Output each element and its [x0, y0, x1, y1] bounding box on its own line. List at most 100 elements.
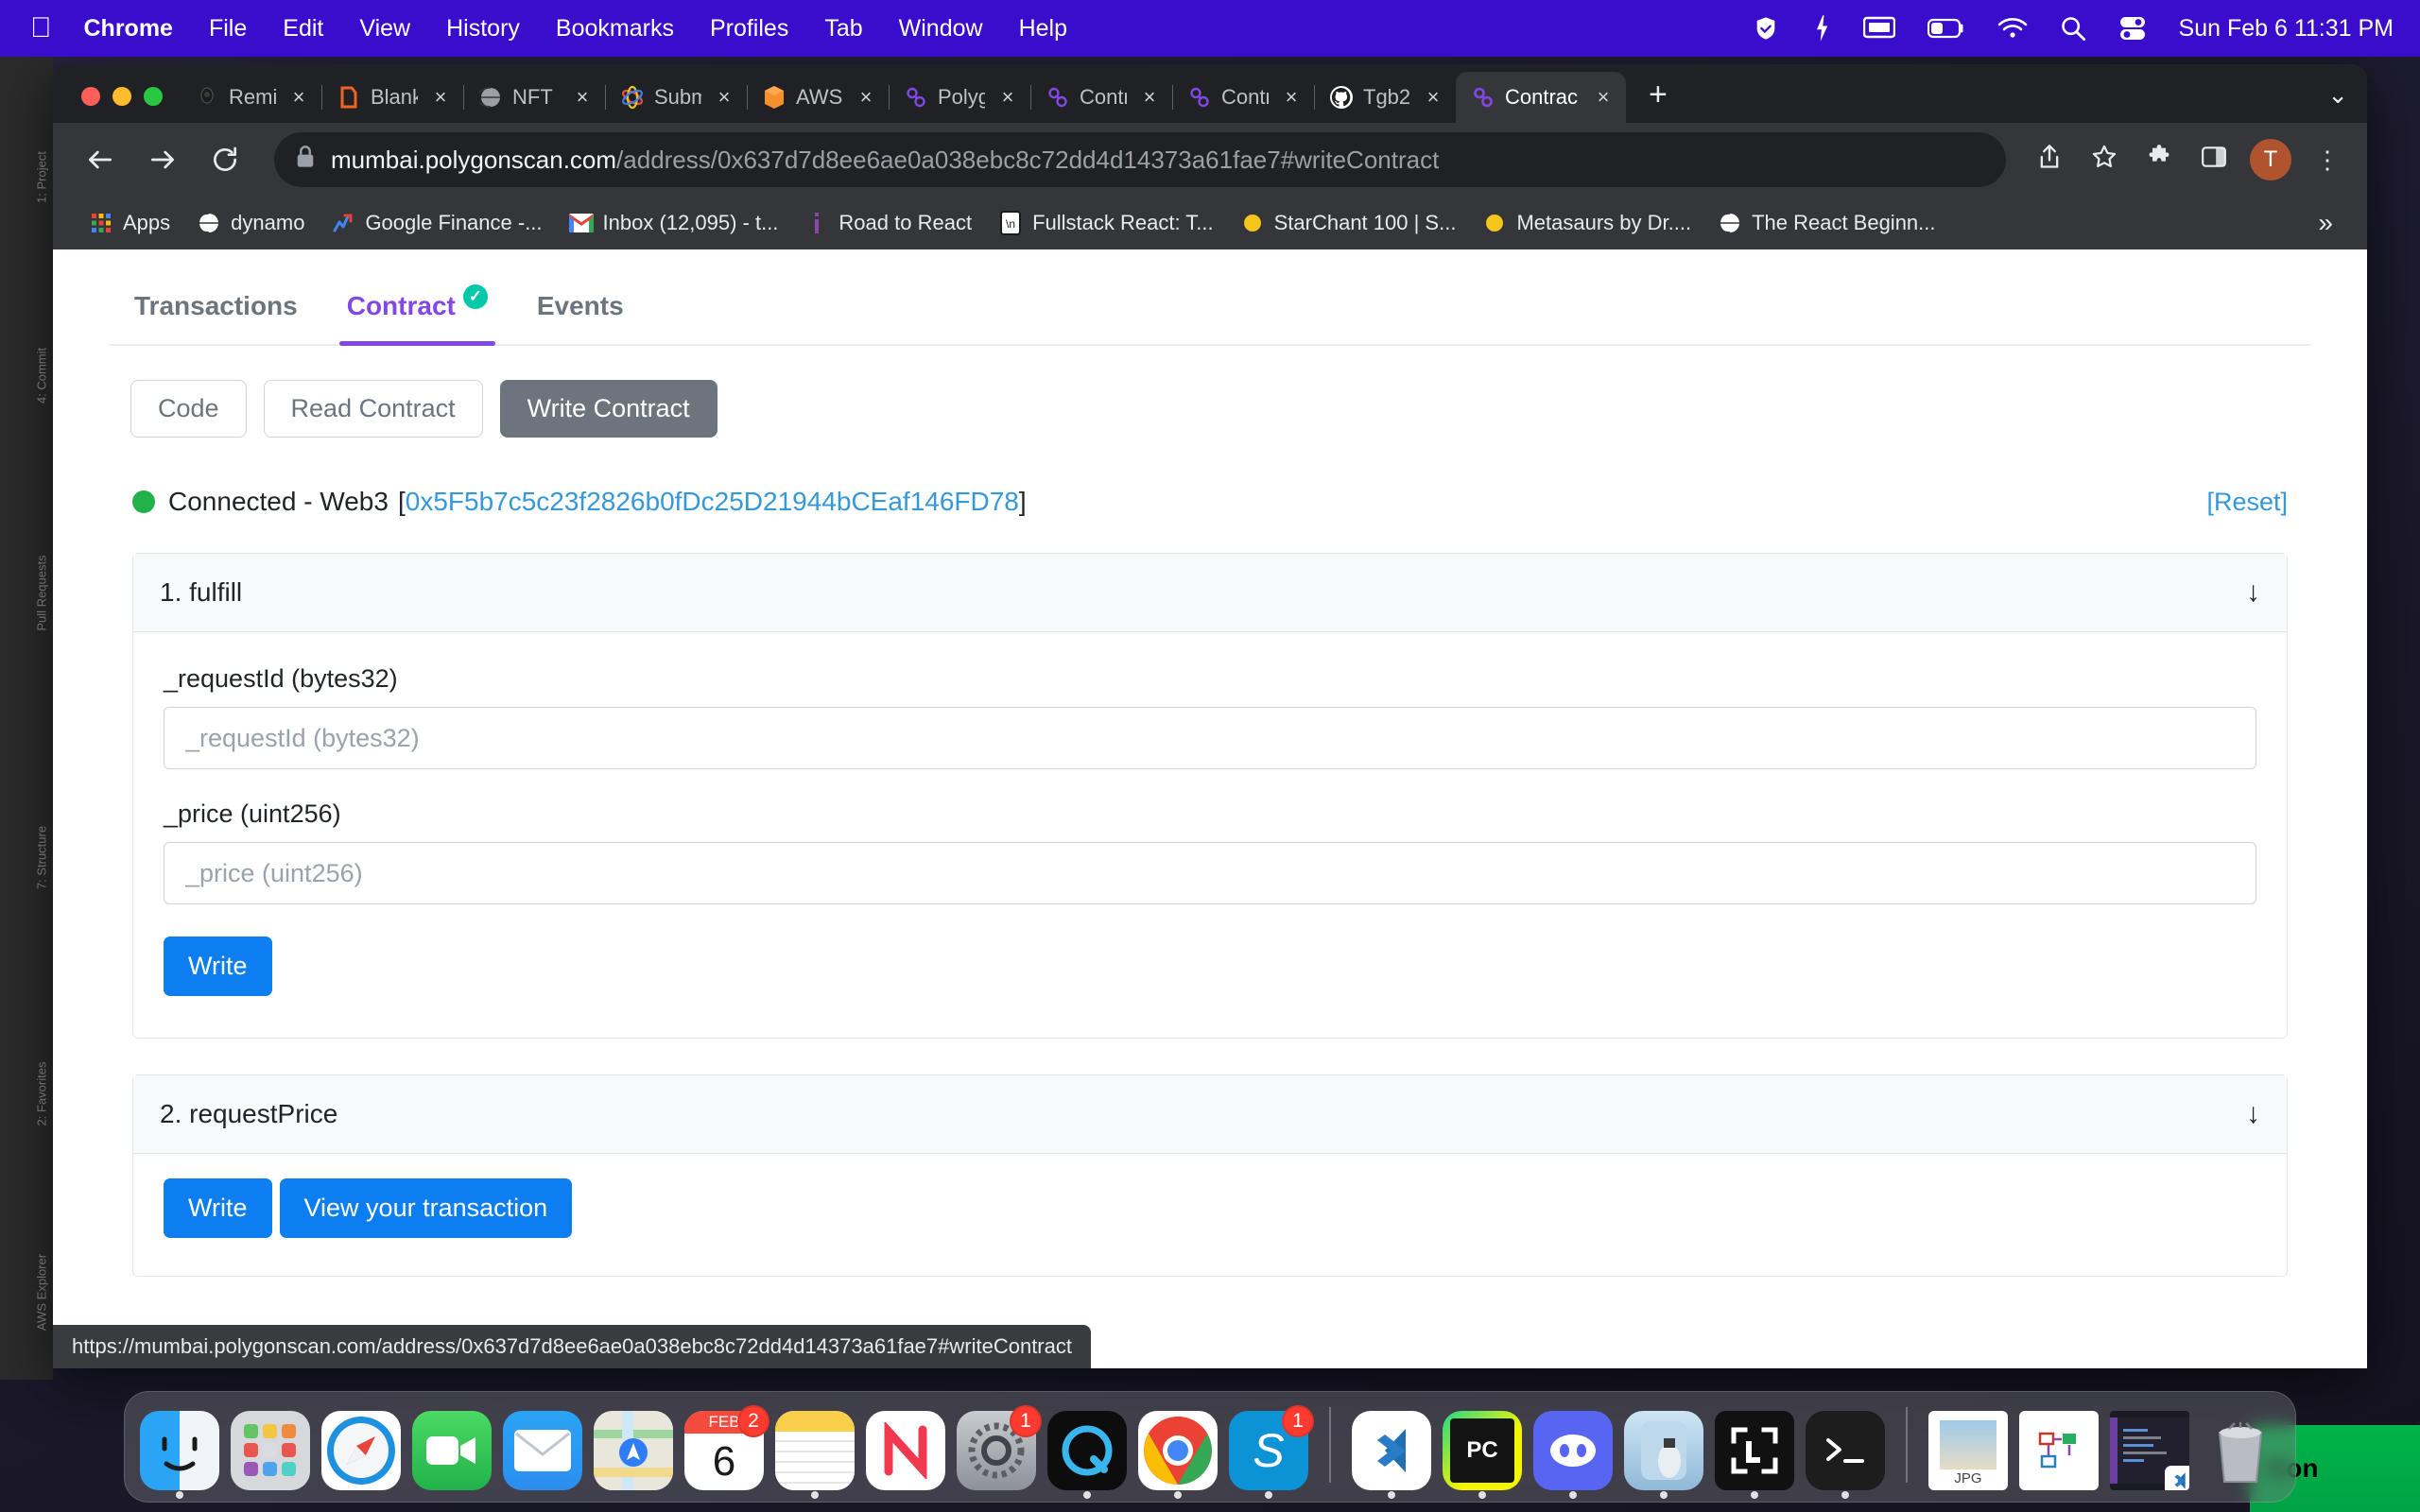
input-requestid[interactable]	[164, 707, 2256, 769]
dock-item-safari[interactable]	[321, 1411, 401, 1490]
minimize-window-button[interactable]	[112, 87, 131, 106]
dock-item-news[interactable]	[866, 1411, 945, 1490]
view-transaction-button[interactable]: View your transaction	[279, 1178, 573, 1238]
dock-item-code-window[interactable]	[2110, 1411, 2189, 1490]
chrome-menu-icon[interactable]: ⋮	[2308, 146, 2346, 175]
dock-item-calendar[interactable]: FEB 6 2	[684, 1405, 769, 1490]
subtab-code[interactable]: Code	[130, 380, 247, 438]
bookmark-dynamo[interactable]: dynamo	[185, 205, 316, 241]
bookmark-starchant[interactable]: StarChant 100 | S...	[1229, 205, 1468, 241]
close-icon[interactable]: ×	[1420, 85, 1446, 110]
menu-item-bookmarks[interactable]: Bookmarks	[556, 15, 674, 43]
apple-logo-icon[interactable]: 	[30, 14, 52, 43]
battery-icon[interactable]	[1927, 18, 1965, 39]
tab-transactions[interactable]: Transactions	[110, 274, 322, 344]
close-icon[interactable]: ×	[853, 85, 879, 110]
menu-item-window[interactable]: Window	[899, 15, 983, 43]
tab-contract[interactable]: Contract ✓	[322, 274, 512, 346]
dock-item-maps[interactable]	[594, 1411, 673, 1490]
close-icon[interactable]: ×	[569, 85, 596, 110]
extensions-puzzle-icon[interactable]	[2140, 144, 2178, 177]
dock-item-skype[interactable]: S 1	[1229, 1405, 1314, 1499]
sidepanel-icon[interactable]	[2195, 145, 2233, 176]
dock-item-screenshot[interactable]	[1715, 1411, 1794, 1499]
chevron-down-icon[interactable]: ↓	[2246, 576, 2260, 609]
back-arrow-icon[interactable]	[74, 133, 127, 186]
dock-item-terminal[interactable]	[1806, 1411, 1885, 1499]
dock-item-vscode[interactable]	[1352, 1411, 1431, 1499]
menu-item-view[interactable]: View	[359, 15, 410, 43]
dock-item-facetime[interactable]	[412, 1411, 492, 1490]
bookmark-react-beginner[interactable]: The React Beginn...	[1706, 205, 1946, 241]
browser-tab-contract-active[interactable]: Contrac ×	[1456, 72, 1626, 123]
close-window-button[interactable]	[81, 87, 100, 106]
bookmark-road-to-react[interactable]: Road to React	[793, 205, 983, 241]
bookmark-star-icon[interactable]	[2085, 144, 2123, 177]
method-header[interactable]: 2. requestPrice ↓	[133, 1075, 2287, 1154]
wifi-icon[interactable]	[1997, 17, 2028, 40]
browser-tab-remix[interactable]: Remix - ×	[180, 72, 321, 123]
connected-wallet-address[interactable]: 0x5F5b7c5c23f2826b0fDc25D21944bCEaf146FD…	[406, 487, 1019, 517]
dock-item-launchpad[interactable]	[231, 1411, 310, 1490]
bookmarks-overflow-button[interactable]: »	[2308, 208, 2342, 238]
dock-item-chrome[interactable]	[1138, 1411, 1218, 1499]
browser-tab-aws-management[interactable]: AWS M ×	[747, 72, 889, 123]
forward-arrow-icon[interactable]	[136, 133, 189, 186]
maximize-window-button[interactable]	[144, 87, 163, 106]
menu-item-chrome[interactable]: Chrome	[84, 15, 173, 43]
search-icon[interactable]	[2060, 15, 2086, 42]
bookmark-fullstack-react[interactable]: \n Fullstack React: T...	[987, 205, 1225, 241]
close-icon[interactable]: ×	[1136, 85, 1163, 110]
chevron-down-icon[interactable]: ↓	[2246, 1098, 2260, 1130]
menu-item-file[interactable]: File	[209, 15, 247, 43]
dock-item-discord[interactable]	[1533, 1411, 1613, 1499]
browser-tab-github[interactable]: Tgb29/ ×	[1314, 72, 1456, 123]
shield-check-icon[interactable]	[1752, 15, 1780, 42]
close-icon[interactable]: ×	[994, 85, 1021, 110]
bookmark-google-finance[interactable]: Google Finance -...	[320, 205, 553, 241]
dock-item-notes[interactable]	[775, 1411, 855, 1499]
subtab-read-contract[interactable]: Read Contract	[263, 380, 483, 438]
browser-tab-polygon[interactable]: Polygon ×	[889, 72, 1030, 123]
write-button-requestprice[interactable]: Write	[164, 1178, 272, 1238]
dock-item-jpg-file[interactable]: JPG	[1928, 1411, 2008, 1490]
dock-item-quicktime[interactable]	[1047, 1411, 1127, 1499]
menu-item-profiles[interactable]: Profiles	[710, 15, 788, 43]
close-icon[interactable]: ×	[1590, 85, 1616, 110]
menubar-clock[interactable]: Sun Feb 6 11:31 PM	[2179, 15, 2394, 43]
reload-icon[interactable]	[199, 133, 251, 186]
profile-avatar[interactable]: T	[2250, 139, 2291, 180]
method-header[interactable]: 1. fulfill ↓	[133, 554, 2287, 632]
write-button-fulfill[interactable]: Write	[164, 936, 272, 996]
display-icon[interactable]	[1862, 16, 1895, 41]
dock-item-mail[interactable]	[503, 1411, 582, 1490]
dock-item-preview[interactable]	[1624, 1411, 1703, 1499]
close-icon[interactable]: ×	[427, 85, 454, 110]
browser-tab-contract-2[interactable]: Contrac ×	[1172, 72, 1314, 123]
browser-tab-submission[interactable]: Submis ×	[605, 72, 747, 123]
close-icon[interactable]: ×	[1278, 85, 1305, 110]
control-center-icon[interactable]	[2118, 16, 2147, 41]
bookmark-apps[interactable]: Apps	[78, 205, 182, 241]
menu-item-tab[interactable]: Tab	[824, 15, 862, 43]
dock-item-document-file[interactable]	[2019, 1411, 2099, 1490]
browser-tab-blank-doc[interactable]: Blank d ×	[321, 72, 463, 123]
menu-item-history[interactable]: History	[446, 15, 520, 43]
close-icon[interactable]: ×	[285, 85, 312, 110]
browser-tab-nft-lending[interactable]: NFT Le ×	[463, 72, 605, 123]
reset-link[interactable]: [Reset]	[2206, 488, 2288, 517]
close-icon[interactable]: ×	[711, 85, 737, 110]
dock-item-trash[interactable]	[2201, 1411, 2280, 1490]
bookmark-inbox[interactable]: Inbox (12,095) - t...	[558, 205, 790, 241]
share-icon[interactable]	[2031, 144, 2068, 177]
bookmark-metasaurs[interactable]: Metasaurs by Dr....	[1471, 205, 1703, 241]
tab-events[interactable]: Events	[512, 274, 648, 344]
subtab-write-contract[interactable]: Write Contract	[499, 380, 717, 438]
bolt-icon[interactable]	[1812, 14, 1831, 43]
menu-item-help[interactable]: Help	[1019, 15, 1067, 43]
dock-item-finder[interactable]	[140, 1411, 219, 1499]
chevron-down-icon[interactable]: ⌄	[2308, 80, 2367, 123]
input-price[interactable]	[164, 842, 2256, 904]
address-bar[interactable]: mumbai.polygonscan.com/address/0x637d7d8…	[274, 132, 2006, 187]
dock-item-pycharm[interactable]: PC	[1443, 1411, 1522, 1499]
